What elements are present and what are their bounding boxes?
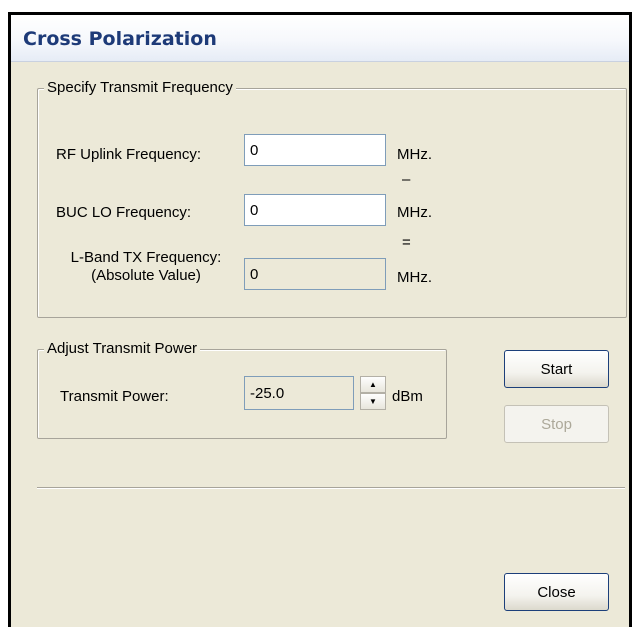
rf-uplink-label: RF Uplink Frequency: xyxy=(56,146,202,163)
buc-lo-unit: MHz. xyxy=(397,204,432,221)
transmit-frequency-group: Specify Transmit Frequency RF Uplink Fre… xyxy=(37,78,627,318)
rf-uplink-frequency-input[interactable] xyxy=(244,134,386,166)
lband-tx-label: L-Band TX Frequency: (Absolute Value) xyxy=(50,249,242,285)
title-bar[interactable]: Cross Polarization xyxy=(11,15,629,62)
transmit-power-legend: Adjust Transmit Power xyxy=(44,339,201,359)
transmit-power-group: Adjust Transmit Power Transmit Power: ▲ … xyxy=(37,339,447,439)
spin-up-arrow-icon[interactable]: ▲ xyxy=(360,376,386,393)
equals-symbol: = xyxy=(402,234,411,251)
separator-line xyxy=(37,487,625,489)
transmit-power-spinner: ▲ ▼ xyxy=(360,376,386,410)
spin-down-arrow-icon[interactable]: ▼ xyxy=(360,393,386,410)
transmit-power-input[interactable] xyxy=(244,376,354,410)
minus-symbol: – xyxy=(402,171,411,188)
lband-tx-label-line2: (Absolute Value) xyxy=(91,267,201,284)
buc-lo-label: BUC LO Frequency: xyxy=(56,204,192,221)
close-button[interactable]: Close xyxy=(504,573,609,611)
rf-uplink-unit: MHz. xyxy=(397,146,432,163)
transmit-power-label: Transmit Power: xyxy=(60,388,169,405)
lband-tx-frequency-field xyxy=(244,258,386,290)
lband-tx-unit: MHz. xyxy=(397,269,432,286)
dialog-title: Cross Polarization xyxy=(23,28,217,50)
start-button[interactable]: Start xyxy=(504,350,609,388)
stop-button[interactable]: Stop xyxy=(504,405,609,443)
cross-polarization-dialog: Cross Polarization Specify Transmit Freq… xyxy=(8,12,632,627)
transmit-power-unit: dBm xyxy=(392,388,423,405)
lband-tx-label-line1: L-Band TX Frequency: xyxy=(70,249,222,266)
transmit-frequency-legend: Specify Transmit Frequency xyxy=(44,78,236,98)
buc-lo-frequency-input[interactable] xyxy=(244,194,386,226)
